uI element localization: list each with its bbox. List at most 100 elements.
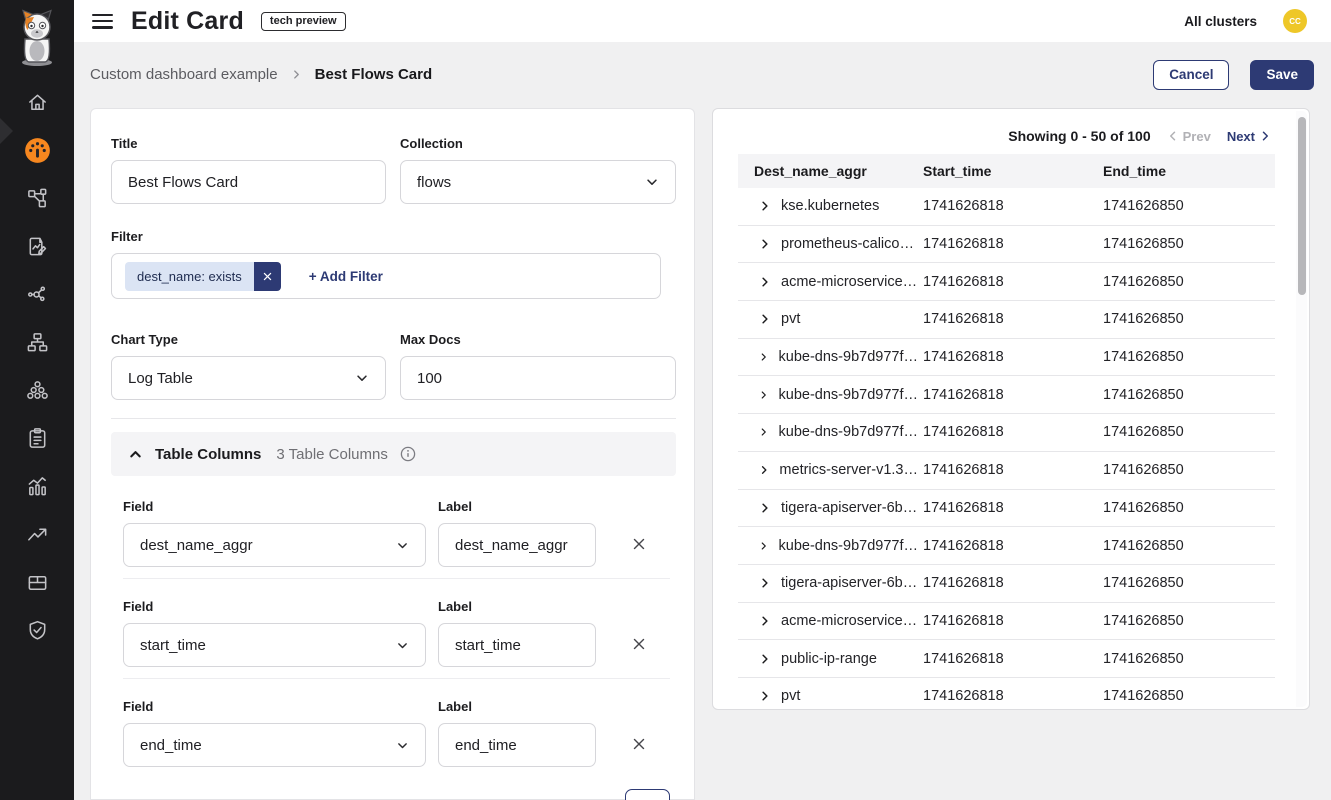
- expand-chevron-icon[interactable]: [759, 276, 771, 288]
- chevron-down-icon: [396, 639, 409, 652]
- expand-chevron-icon[interactable]: [759, 690, 771, 702]
- expand-chevron-icon[interactable]: [759, 238, 771, 250]
- breadcrumb-chevron-icon: [291, 69, 302, 80]
- expand-chevron-icon[interactable]: [759, 615, 771, 627]
- table-row[interactable]: prometheus-calico… 1741626818 1741626850: [738, 226, 1275, 264]
- chevron-down-icon: [645, 175, 659, 189]
- start-time-cell: 1741626818: [918, 424, 1096, 440]
- table-row[interactable]: tigera-apiserver-6b… 1741626818 17416268…: [738, 565, 1275, 603]
- filter-chip-remove-icon[interactable]: [254, 262, 281, 291]
- title-input[interactable]: [111, 160, 386, 204]
- table-columns-title: Table Columns: [155, 446, 261, 463]
- field-select-2[interactable]: start_time: [123, 623, 426, 667]
- expand-chevron-icon[interactable]: [759, 389, 769, 401]
- expand-chevron-icon[interactable]: [759, 464, 769, 476]
- field-select-1[interactable]: dest_name_aggr: [123, 523, 426, 567]
- field-label: Field: [123, 699, 426, 714]
- max-docs-label: Max Docs: [400, 332, 676, 347]
- label-input-1[interactable]: [438, 523, 596, 567]
- table-row[interactable]: acme-microservice… 1741626818 1741626850: [738, 603, 1275, 641]
- chart-type-select[interactable]: Log Table: [111, 356, 386, 400]
- expand-chevron-icon[interactable]: [759, 200, 771, 212]
- start-time-cell: 1741626818: [918, 462, 1096, 478]
- start-time-cell: 1741626818: [918, 236, 1096, 252]
- expand-chevron-icon[interactable]: [759, 577, 771, 589]
- column-header: End_time: [1096, 163, 1275, 179]
- expand-chevron-icon[interactable]: [759, 653, 771, 665]
- package-box-icon[interactable]: [17, 570, 57, 594]
- row-divider: [123, 678, 670, 679]
- remove-column-icon[interactable]: [629, 534, 649, 554]
- bar-line-chart-icon[interactable]: [17, 474, 57, 498]
- label-input-3[interactable]: [438, 723, 596, 767]
- add-column-button[interactable]: [625, 789, 670, 800]
- chevron-right-icon: [1259, 130, 1271, 142]
- end-time-cell: 1741626850: [1096, 349, 1275, 365]
- cluster-selector[interactable]: All clusters: [1184, 14, 1257, 29]
- table-body: kse.kubernetes 1741626818 1741626850 pro…: [738, 188, 1275, 710]
- end-time-cell: 1741626850: [1096, 613, 1275, 629]
- prev-page-button[interactable]: Prev: [1167, 129, 1211, 144]
- next-page-button[interactable]: Next: [1227, 129, 1271, 144]
- table-row[interactable]: metrics-server-v1.3… 1741626818 17416268…: [738, 452, 1275, 490]
- expand-chevron-icon[interactable]: [759, 313, 771, 325]
- clipboard-icon[interactable]: [17, 426, 57, 450]
- start-time-cell: 1741626818: [918, 538, 1096, 554]
- table-row[interactable]: pvt 1741626818 1741626850: [738, 301, 1275, 339]
- label-input-2[interactable]: [438, 623, 596, 667]
- org-chart-icon[interactable]: [17, 330, 57, 354]
- expand-chevron-icon[interactable]: [759, 502, 771, 514]
- home-icon[interactable]: [17, 90, 57, 114]
- dest-name-cell: tigera-apiserver-6b…: [781, 500, 917, 516]
- expand-chevron-icon[interactable]: [759, 426, 769, 438]
- table-columns-accordion[interactable]: Table Columns 3 Table Columns: [111, 432, 676, 476]
- table-row[interactable]: kse.kubernetes 1741626818 1741626850: [738, 188, 1275, 226]
- table-row[interactable]: public-ip-range 1741626818 1741626850: [738, 640, 1275, 678]
- filter-box[interactable]: dest_name: exists + Add Filter: [111, 253, 661, 299]
- start-time-cell: 1741626818: [918, 575, 1096, 591]
- column-row-2: Field start_time Label: [123, 599, 670, 667]
- filter-chip-text: dest_name: exists: [125, 262, 254, 291]
- table-row[interactable]: pvt 1741626818 1741626850: [738, 678, 1275, 710]
- expand-chevron-icon[interactable]: [759, 351, 769, 363]
- sidebar: [0, 0, 74, 800]
- avatar[interactable]: CC: [1283, 9, 1307, 33]
- trend-arrow-icon[interactable]: [17, 522, 57, 546]
- dest-name-cell: kube-dns-9b7d977f…: [779, 538, 918, 554]
- table-row[interactable]: tigera-apiserver-6b… 1741626818 17416268…: [738, 490, 1275, 528]
- cancel-button[interactable]: Cancel: [1153, 60, 1229, 90]
- add-filter-link[interactable]: + Add Filter: [309, 269, 383, 284]
- max-docs-input[interactable]: [400, 356, 676, 400]
- info-icon[interactable]: [400, 446, 416, 462]
- save-button[interactable]: Save: [1250, 60, 1314, 90]
- breadcrumb-parent[interactable]: Custom dashboard example: [90, 66, 278, 83]
- collection-value: flows: [417, 174, 451, 191]
- remove-column-icon[interactable]: [629, 734, 649, 754]
- table-row[interactable]: kube-dns-9b7d977f… 1741626818 1741626850: [738, 376, 1275, 414]
- scrollbar-thumb[interactable]: [1298, 117, 1306, 295]
- cluster-circles-icon[interactable]: [17, 378, 57, 402]
- field-select-3[interactable]: end_time: [123, 723, 426, 767]
- row-divider: [123, 578, 670, 579]
- remove-column-icon[interactable]: [629, 634, 649, 654]
- table-row[interactable]: kube-dns-9b7d977f… 1741626818 1741626850: [738, 527, 1275, 565]
- table-row[interactable]: acme-microservice… 1741626818 1741626850: [738, 263, 1275, 301]
- collection-select[interactable]: flows: [400, 160, 676, 204]
- field-value: start_time: [140, 637, 206, 654]
- chevron-up-icon: [128, 447, 143, 462]
- report-edit-icon[interactable]: [17, 234, 57, 258]
- start-time-cell: 1741626818: [918, 198, 1096, 214]
- expand-chevron-icon[interactable]: [759, 540, 769, 552]
- table-row[interactable]: kube-dns-9b7d977f… 1741626818 1741626850: [738, 339, 1275, 377]
- tech-preview-badge: tech preview: [261, 12, 346, 31]
- shield-check-icon[interactable]: [17, 618, 57, 642]
- table-header-row: Dest_name_aggr Start_time End_time: [738, 154, 1275, 188]
- breadcrumb-bar: Custom dashboard example Best Flows Card…: [90, 59, 1314, 90]
- hamburger-menu-icon[interactable]: [92, 14, 113, 29]
- service-graph-icon[interactable]: [17, 186, 57, 210]
- scrollbar-track[interactable]: [1296, 111, 1307, 707]
- table-row[interactable]: kube-dns-9b7d977f… 1741626818 1741626850: [738, 414, 1275, 452]
- dest-name-cell: metrics-server-v1.3…: [779, 462, 918, 478]
- molecule-icon[interactable]: [17, 282, 57, 306]
- dashboard-gauge-icon[interactable]: [17, 138, 57, 162]
